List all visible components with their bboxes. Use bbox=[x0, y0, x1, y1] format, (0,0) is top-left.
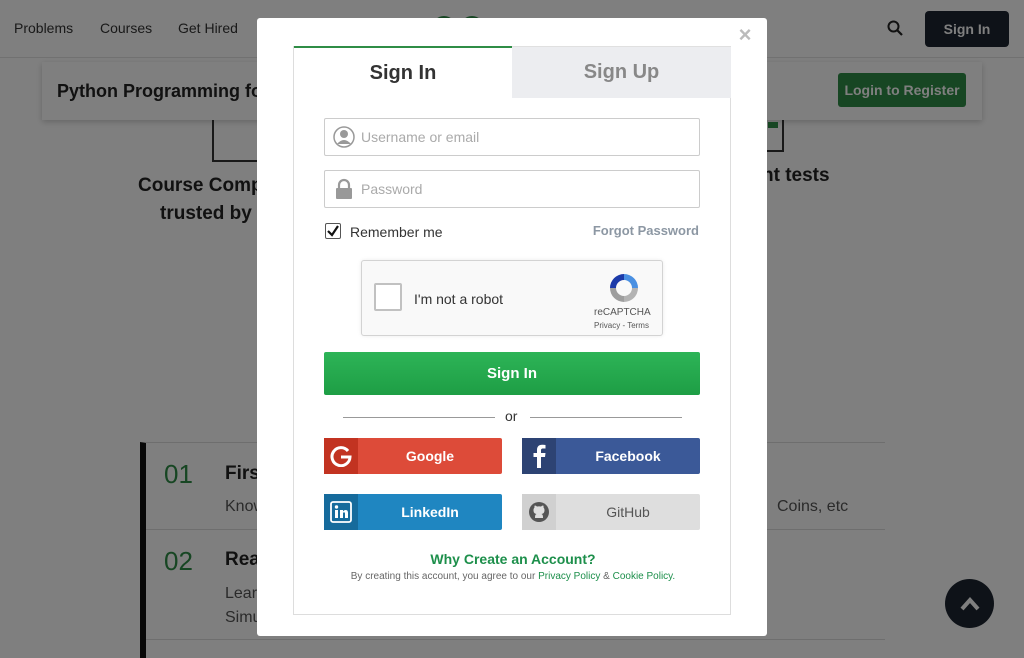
tab-sign-in[interactable]: Sign In bbox=[294, 46, 512, 98]
facebook-icon bbox=[522, 438, 556, 474]
username-field[interactable] bbox=[324, 118, 700, 156]
terms-ampersand: & bbox=[603, 571, 610, 582]
login-modal: × Sign In Sign Up Remember me Forgot bbox=[257, 18, 767, 636]
recaptcha-brand: reCAPTCHA bbox=[594, 307, 651, 318]
lock-icon bbox=[336, 178, 352, 199]
or-separator: or bbox=[505, 408, 518, 424]
user-icon bbox=[333, 126, 355, 148]
recaptcha-label: I'm not a robot bbox=[414, 291, 504, 307]
tab-sign-up[interactable]: Sign Up bbox=[512, 46, 731, 98]
linkedin-label: LinkedIn bbox=[401, 504, 459, 520]
google-icon bbox=[324, 438, 358, 474]
recaptcha-checkbox[interactable] bbox=[374, 283, 402, 311]
cookie-policy-link[interactable]: Cookie Policy. bbox=[613, 571, 676, 582]
google-login-button[interactable]: Google bbox=[324, 438, 502, 474]
recaptcha-links[interactable]: Privacy - Terms bbox=[594, 321, 649, 330]
github-label: GitHub bbox=[606, 504, 650, 520]
password-field[interactable] bbox=[324, 170, 700, 208]
terms-prefix: By creating this account, you agree to o… bbox=[350, 571, 536, 582]
facebook-label: Facebook bbox=[595, 448, 661, 464]
auth-panel: Sign In Sign Up Remember me Forgot Passw… bbox=[293, 46, 731, 615]
forgot-password-link[interactable]: Forgot Password bbox=[593, 223, 699, 238]
linkedin-icon bbox=[324, 494, 358, 530]
recaptcha-logo bbox=[610, 274, 638, 302]
google-label: Google bbox=[405, 448, 455, 464]
github-icon bbox=[522, 494, 556, 530]
github-login-button[interactable]: GitHub bbox=[522, 494, 700, 530]
remember-me-label[interactable]: Remember me bbox=[350, 224, 443, 240]
why-create-account-link[interactable]: Why Create an Account? bbox=[294, 551, 732, 567]
sign-in-button[interactable]: Sign In bbox=[324, 352, 700, 395]
username-input[interactable] bbox=[361, 119, 691, 155]
divider bbox=[343, 417, 495, 418]
checkmark-icon bbox=[327, 225, 339, 237]
linkedin-login-button[interactable]: LinkedIn bbox=[324, 494, 502, 530]
privacy-policy-link[interactable]: Privacy Policy bbox=[538, 571, 600, 582]
remember-me-checkbox[interactable] bbox=[325, 223, 341, 239]
close-icon[interactable]: × bbox=[735, 22, 755, 47]
password-input[interactable] bbox=[361, 171, 691, 207]
facebook-login-button[interactable]: Facebook bbox=[522, 438, 700, 474]
divider bbox=[530, 417, 682, 418]
terms-text: By creating this account, you agree to o… bbox=[294, 571, 732, 582]
recaptcha-widget: I'm not a robot reCAPTCHA Privacy - Term… bbox=[361, 260, 663, 336]
